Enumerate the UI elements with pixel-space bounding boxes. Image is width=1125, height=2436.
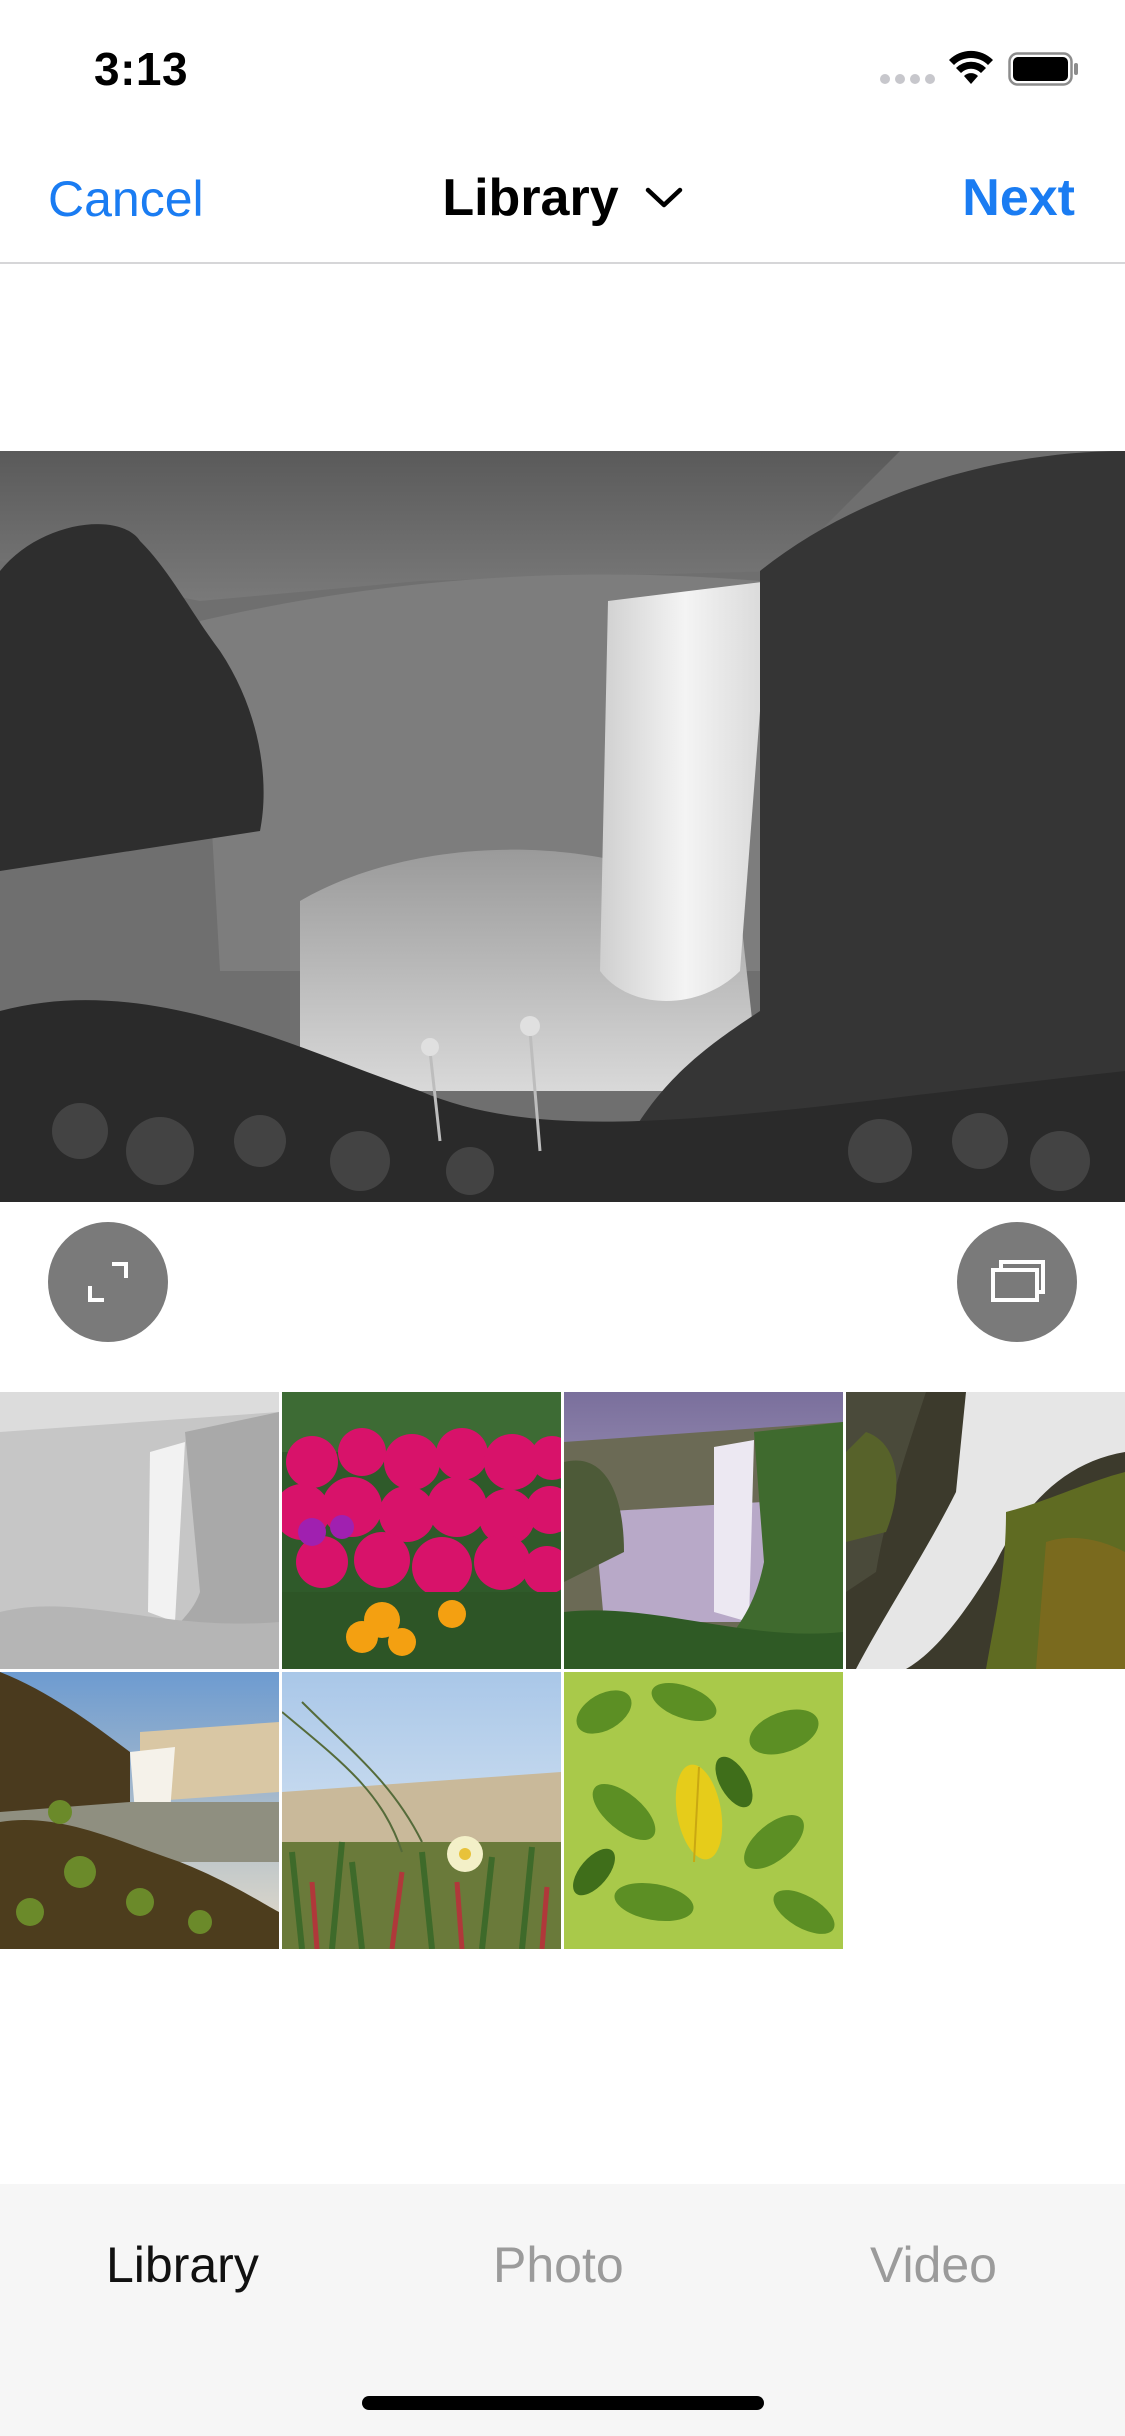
select-multiple-icon [991,1260,1045,1302]
tab-library[interactable]: Library [106,2236,259,2294]
next-button[interactable]: Next [962,168,1075,228]
expand-crop-button[interactable] [48,1222,168,1342]
thumbnail-image [564,1392,843,1669]
thumbnail-image [846,1392,1125,1669]
status-time: 3:13 [94,43,189,95]
photo-thumbnail[interactable] [0,1672,279,1949]
navigation-bar: Cancel Library Next [0,132,1125,264]
tab-photo[interactable]: Photo [493,2236,624,2294]
photo-thumbnail[interactable] [282,1392,561,1669]
thumbnail-image [282,1672,561,1949]
battery-icon [1008,52,1078,86]
page-title: Library [442,169,619,227]
status-bar: 3:13 [0,0,1125,132]
thumbnail-image [282,1392,561,1669]
photo-thumbnail[interactable] [564,1672,843,1949]
thumbnail-image [564,1672,843,1949]
expand-icon [88,1262,128,1302]
photo-picker-screen: 3:13 Cancel Library Next Library Photo V… [0,0,1125,2436]
chevron-down-icon [645,187,682,208]
home-indicator [362,2396,764,2410]
waterfall-preview-image [0,451,1125,1202]
thumbnail-image [0,1392,279,1669]
photo-thumbnail[interactable] [0,1392,279,1669]
album-selector[interactable]: Library [442,168,682,228]
photo-thumbnail[interactable] [564,1392,843,1669]
photo-thumbnail[interactable] [846,1392,1125,1669]
wifi-icon [949,50,993,84]
photo-thumbnail[interactable] [282,1672,561,1949]
library-dropdown: Library [0,168,1125,228]
thumbnail-image [0,1672,279,1949]
cellular-signal-icon [880,74,936,86]
tab-video[interactable]: Video [870,2236,997,2294]
selected-photo-preview[interactable] [0,451,1125,1202]
select-multiple-button[interactable] [957,1222,1077,1342]
